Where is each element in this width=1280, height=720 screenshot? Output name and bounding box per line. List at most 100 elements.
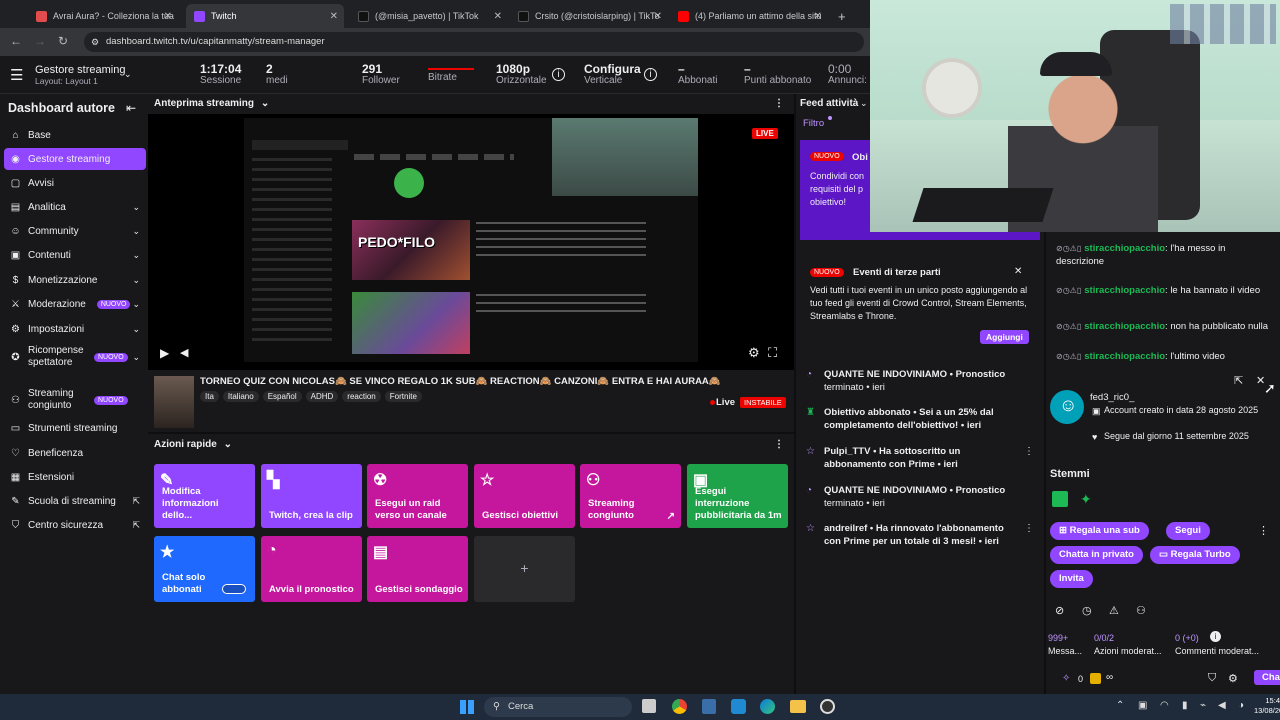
chevron-down-icon[interactable]: ⌄ <box>860 98 868 109</box>
mod-user-icon[interactable]: ⚇ <box>1136 604 1146 617</box>
info-icon[interactable]: i <box>552 68 565 81</box>
site-info-icon[interactable]: ⚙ <box>91 32 99 52</box>
whisper-button[interactable]: Chatta in privato <box>1050 546 1143 564</box>
task-view-icon[interactable] <box>642 699 656 713</box>
chat-message[interactable]: ⊘◷⚠▯ stiracchiopacchio: l'ultimo video <box>1056 350 1276 363</box>
chrome-icon[interactable] <box>672 699 687 714</box>
feed-filter-button[interactable]: Filtro <box>803 118 824 129</box>
chat-message[interactable]: ⊘◷⚠▯ stiracchiopacchio: l'ha messo in des… <box>1056 242 1276 268</box>
info-icon[interactable]: i <box>644 68 657 81</box>
avatar[interactable]: ☺ <box>1050 390 1084 424</box>
tray-icon[interactable]: ◑ <box>1238 700 1244 711</box>
ban-icon[interactable]: ⊘ <box>1055 604 1064 617</box>
sidebar-item-moderazione[interactable]: ⚔ Moderazione NUOVO ⌄ <box>4 293 146 315</box>
obs-icon[interactable] <box>820 699 835 714</box>
sidebar-item-estensioni[interactable]: ▦ Estensioni <box>4 466 146 488</box>
add-quick-action-button[interactable]: + <box>474 536 575 602</box>
folder-icon[interactable] <box>790 700 806 713</box>
channel-points-icon[interactable] <box>1090 673 1101 684</box>
more-options-icon[interactable]: ⋮ <box>774 94 784 114</box>
gift-sub-button[interactable]: ⊞ Regala una sub <box>1050 522 1149 540</box>
invite-button[interactable]: Invita <box>1050 570 1093 588</box>
quick-action-pencil[interactable]: ✎ Modifica informazioni dello... <box>154 464 255 528</box>
sidebar-item-centro-sicurezza[interactable]: ⛉ Centro sicurezza ⇱ <box>4 514 146 536</box>
chevron-down-icon[interactable]: ⌄ <box>224 439 232 450</box>
warn-icon[interactable]: ⚠ <box>1109 604 1119 617</box>
quick-action-raid[interactable]: ☢ Esegui un raid verso un canale <box>367 464 468 528</box>
more-options-icon[interactable]: ⋮ <box>1258 524 1269 537</box>
settings-icon[interactable]: ⚙ <box>748 345 760 361</box>
username[interactable]: fed3_ric0_ <box>1090 392 1134 403</box>
new-tab-button[interactable]: + <box>830 4 852 28</box>
sidebar-item-monetizzazione[interactable]: $ Monetizzazione ⌄ <box>4 269 146 291</box>
quick-action-clip[interactable]: ▚ Twitch, crea la clip <box>261 464 362 528</box>
menu-icon[interactable]: ☰ <box>10 66 23 84</box>
reload-icon[interactable]: ↻ <box>58 34 68 48</box>
layout-selector[interactable]: Gestore streaming Layout: Layout 1 <box>35 64 125 86</box>
add-events-button[interactable]: Aggiungi <box>980 330 1029 344</box>
volume-icon[interactable]: ◀ <box>1218 700 1226 711</box>
browser-tab[interactable]: (@misia_pavetto) | TikTok ✕ <box>350 4 508 28</box>
sidebar-item-community[interactable]: ☺ Community ⌄ <box>4 220 146 242</box>
badge-icon[interactable]: ✦ <box>1080 491 1092 508</box>
windows-start-icon[interactable] <box>460 700 474 714</box>
chat-message[interactable]: ⊘◷⚠▯ stiracchiopacchio: non ha pubblicato… <box>1056 320 1276 333</box>
stat-vertical[interactable]: Configura Verticale <box>584 63 641 86</box>
network-icon[interactable]: ⌁ <box>1200 700 1206 711</box>
back-icon[interactable]: ← <box>10 34 22 48</box>
mod-actions-icon[interactable]: ⊘◷⚠▯ <box>1056 244 1081 253</box>
info-icon[interactable]: i <box>1210 631 1221 642</box>
browser-tab[interactable]: (4) Parliamo un attimo della situ ✕ <box>670 4 828 28</box>
bits-icon[interactable]: ✧ <box>1062 673 1070 684</box>
taskbar-search[interactable]: ⚲ Cerca <box>484 697 632 717</box>
fullscreen-icon[interactable]: ⛶ <box>768 345 777 361</box>
stream-preview-player[interactable]: PEDO*FILO LIVE ▶ ◀ ⚙ ⛶ <box>148 114 794 370</box>
url-input[interactable]: ⚙ dashboard.twitch.tv/u/capitanmatty/str… <box>84 32 864 52</box>
more-options-icon[interactable]: ⋮ <box>774 434 784 456</box>
chat-username[interactable]: stiracchiopacchio <box>1084 285 1165 296</box>
mod-actions-icon[interactable]: ⊘◷⚠▯ <box>1056 352 1081 361</box>
sidebar-item-impostazioni[interactable]: ⚙ Impostazioni ⌄ <box>4 318 146 340</box>
tray-chevron-icon[interactable]: ⌃ <box>1116 700 1124 711</box>
quick-action-poll[interactable]: ▤ Gestisci sondaggio <box>367 536 468 602</box>
chat-send-button[interactable]: Chat <box>1254 670 1280 685</box>
sidebar-item-avvisi[interactable]: ▢ Avvisi <box>4 172 146 194</box>
stream-tag[interactable]: Fortnite <box>384 391 422 402</box>
gift-turbo-button[interactable]: ▭ Regala Turbo <box>1150 546 1240 564</box>
more-options-icon[interactable]: ⋮ <box>1024 445 1034 458</box>
system-clock[interactable]: 15:4 13/08/20 <box>1254 696 1280 716</box>
more-options-icon[interactable]: ⋮ <box>1024 522 1034 535</box>
follow-button[interactable]: Segui <box>1166 522 1210 540</box>
sidebar-item-beneficenza[interactable]: ♡ Beneficenza <box>4 442 146 464</box>
browser-tab[interactable]: Twitch ✕ <box>186 4 344 28</box>
quick-action-ad[interactable]: ▣ Esegui interruzione pubblicitaria da 1m <box>687 464 788 528</box>
quick-action-add-user[interactable]: ⚇ Streaming congiunto ↗ <box>580 464 681 528</box>
calculator-icon[interactable] <box>702 699 716 714</box>
mod-actions-icon[interactable]: ⊘◷⚠▯ <box>1056 286 1081 295</box>
badge-icon[interactable] <box>1052 491 1068 507</box>
stream-title[interactable]: TORNEO QUIZ CON NICOLAS🙈 SE VINCO REGALO… <box>200 376 760 387</box>
close-icon[interactable]: ✕ <box>1014 266 1022 277</box>
stream-tag[interactable]: Italiano <box>222 391 259 402</box>
tray-icon[interactable]: ▣ <box>1138 700 1147 711</box>
sidebar-item-streaming-congiunto[interactable]: ⚇ Streaming congiunto NUOVO <box>4 385 146 415</box>
stream-tag[interactable]: Español <box>262 391 302 402</box>
close-icon[interactable]: ✕ <box>814 11 822 22</box>
close-icon[interactable]: ✕ <box>494 11 502 22</box>
gear-icon[interactable]: ⚙ <box>1228 672 1238 685</box>
sidebar-item-scuola-di-streaming[interactable]: ✎ Scuola di streaming ⇱ <box>4 490 146 512</box>
close-icon[interactable]: ✕ <box>164 11 172 22</box>
volume-icon[interactable]: ◀ <box>180 346 188 359</box>
chevron-down-icon[interactable]: ⌄ <box>261 98 269 109</box>
wifi-icon[interactable]: ◠ <box>1160 700 1169 711</box>
chat-message[interactable]: ⊘◷⚠▯ stiracchiopacchio: le ha bannato il … <box>1056 284 1276 297</box>
browser-tab[interactable]: Crsito (@cristoislarping) | TikTo ✕ <box>510 4 668 28</box>
stream-tag[interactable]: reaction <box>342 391 381 402</box>
close-icon[interactable]: ✕ <box>654 11 662 22</box>
sidebar-item-ricompense-spettatore[interactable]: ✪ Ricompense spettatore NUOVO ⌄ <box>4 342 146 372</box>
sidebar-item-base[interactable]: ⌂ Base <box>4 124 146 146</box>
chat-username[interactable]: stiracchiopacchio <box>1084 321 1165 332</box>
browser-tab[interactable]: Avrai Aura? - Colleziona la tua ✕ <box>28 4 178 28</box>
edge-icon[interactable] <box>760 699 775 714</box>
sidebar-item-analitica[interactable]: ▤ Analitica ⌄ <box>4 196 146 218</box>
